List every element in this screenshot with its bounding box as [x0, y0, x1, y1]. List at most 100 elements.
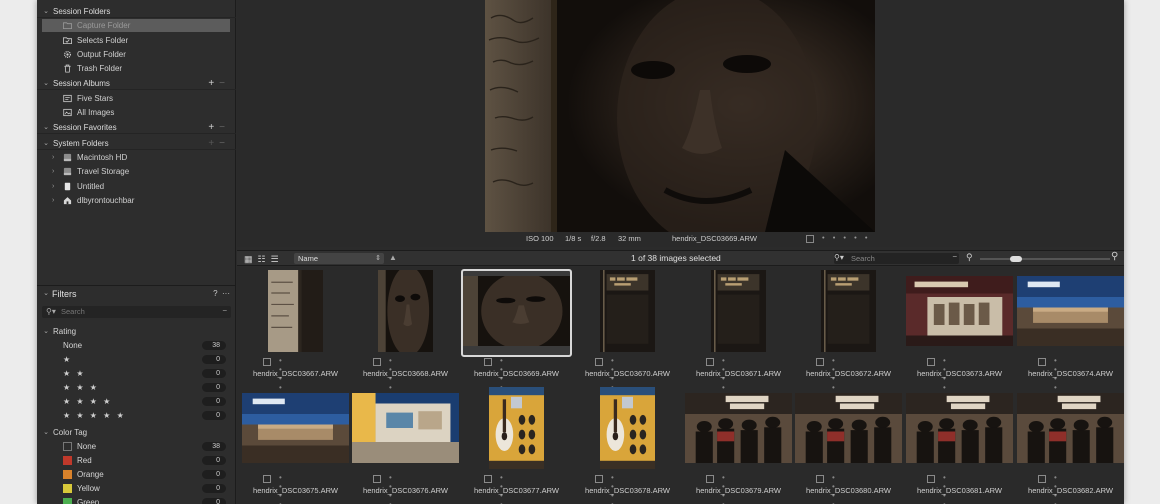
thumbnail-image[interactable] [489, 387, 544, 469]
thumbnail-cell[interactable]: • • • • •hendrix_DSC03673.ARW [904, 269, 1015, 401]
thumbnail-cell[interactable]: • • • • •hendrix_DSC03674.ARW [1015, 269, 1124, 401]
zoom-in-icon[interactable]: ⚲ [1111, 251, 1118, 262]
thumbnail-image[interactable] [600, 387, 655, 469]
sidebar-item-untitled[interactable]: › Untitled [37, 180, 236, 193]
thumbnail-image[interactable] [1017, 276, 1124, 346]
chevron-down-icon[interactable]: ⌄ [42, 325, 50, 338]
select-checkbox[interactable] [706, 358, 714, 366]
add-icon[interactable]: + [208, 122, 219, 133]
chevron-down-icon[interactable]: ⌄ [42, 77, 50, 90]
image-viewer[interactable]: ISO 100 1/8 s f/2.8 32 mm hendrix_DSC036… [237, 0, 1124, 247]
select-checkbox[interactable] [595, 358, 603, 366]
section-session-folders[interactable]: ⌄ Session Folders [37, 5, 236, 18]
rating-group[interactable]: ⌄ Rating [37, 325, 236, 338]
thumbnail-image[interactable] [463, 276, 570, 346]
sidebar-item-output-folder[interactable]: Output Folder [37, 48, 236, 61]
thumbnail-cell[interactable]: • • • • •hendrix_DSC03670.ARW [572, 269, 683, 401]
chevron-down-icon[interactable]: ⌄ [42, 5, 50, 18]
select-checkbox[interactable] [816, 358, 824, 366]
thumbnail-frame[interactable] [793, 269, 904, 357]
select-checkbox[interactable] [484, 475, 492, 483]
select-checkbox[interactable] [927, 475, 935, 483]
sidebar-item-trash-folder[interactable]: Trash Folder [37, 62, 236, 75]
thumbnail-frame[interactable] [572, 386, 683, 474]
thumbnail-image[interactable] [378, 270, 433, 352]
chevron-down-icon[interactable]: ⌄ [42, 426, 50, 439]
thumbnail-image[interactable] [821, 270, 876, 352]
filmstrip-view-icon[interactable]: ☰ [271, 254, 284, 264]
thumbnail-frame[interactable] [1015, 386, 1124, 474]
select-checkbox[interactable] [1038, 475, 1046, 483]
thumbnail-cell[interactable]: • • • • •hendrix_DSC03678.ARW [572, 386, 683, 504]
zoom-out-icon[interactable]: ⚲ [966, 252, 973, 263]
thumbnail-frame[interactable] [461, 386, 572, 474]
thumbnail-image[interactable] [906, 276, 1013, 346]
rating-dots[interactable]: • • • • • [822, 233, 870, 242]
sidebar-item-selects-folder[interactable]: Selects Folder [37, 34, 236, 47]
select-checkbox[interactable] [373, 358, 381, 366]
main-photo[interactable] [485, 0, 875, 232]
color-row-orange[interactable]: Orange 0 [37, 468, 236, 481]
disclosure-triangle-icon[interactable]: › [52, 151, 54, 164]
sidebar-item-all-images[interactable]: All Images [37, 106, 236, 119]
rating-row-2[interactable]: ★ ★ 0 [37, 367, 236, 380]
sidebar-item-five-stars[interactable]: Five Stars [37, 92, 236, 105]
rating-row-4[interactable]: ★ ★ ★ ★ 0 [37, 395, 236, 408]
slider-knob[interactable] [1010, 256, 1022, 262]
section-system-folders[interactable]: ⌄ System Folders +− [37, 137, 236, 150]
clear-search-icon[interactable]: − [222, 306, 227, 315]
add-icon[interactable]: + [208, 138, 219, 149]
thumbnail-image[interactable] [600, 270, 655, 352]
sidebar-item-macintosh-hd[interactable]: › Macintosh HD [37, 151, 236, 164]
thumbnail-image[interactable] [685, 393, 792, 463]
sidebar-item-travel-storage[interactable]: › Travel Storage [37, 165, 236, 178]
thumbnail-cell[interactable]: • • • • •hendrix_DSC03669.ARW [461, 269, 572, 401]
thumbnail-cell[interactable]: • • • • •hendrix_DSC03671.ARW [683, 269, 794, 401]
thumbnail-frame[interactable] [793, 386, 904, 474]
filters-header[interactable]: ⌄ Filters ? ··· [37, 285, 236, 301]
select-checkbox[interactable] [595, 475, 603, 483]
sort-dropdown[interactable]: Name ⇕ [294, 253, 384, 264]
browser-search-input[interactable]: Search [851, 254, 875, 263]
thumbnail-image[interactable] [1017, 393, 1124, 463]
remove-icon[interactable]: − [219, 78, 230, 89]
thumbnail-frame[interactable] [240, 269, 351, 357]
rating-row-1[interactable]: ★ 0 [37, 353, 236, 366]
color-row-yellow[interactable]: Yellow 0 [37, 482, 236, 495]
select-checkbox[interactable] [806, 235, 814, 243]
thumbnail-image[interactable] [795, 393, 902, 463]
thumbnail-size-slider[interactable] [980, 256, 1110, 262]
sort-direction-icon[interactable]: ▲ [389, 253, 397, 262]
select-checkbox[interactable] [927, 358, 935, 366]
remove-icon[interactable]: − [219, 122, 230, 133]
list-view-icon[interactable]: ☷ [258, 254, 271, 264]
grid-view-icon[interactable]: ▦ [244, 254, 258, 264]
thumbnail-cell[interactable]: • • • • •hendrix_DSC03680.ARW [793, 386, 904, 504]
thumbnail-frame[interactable] [1015, 269, 1124, 357]
thumbnail-cell[interactable]: • • • • •hendrix_DSC03681.ARW [904, 386, 1015, 504]
select-checkbox[interactable] [706, 475, 714, 483]
thumbnail-cell[interactable]: • • • • •hendrix_DSC03675.ARW [240, 386, 351, 504]
rating-row-3[interactable]: ★ ★ ★ 0 [37, 381, 236, 394]
add-icon[interactable]: + [208, 78, 219, 89]
rating-row-5[interactable]: ★ ★ ★ ★ ★ 0 [37, 409, 236, 422]
section-session-favorites[interactable]: ⌄ Session Favorites +− [37, 121, 236, 134]
thumbnail-cell[interactable]: • • • • •hendrix_DSC03677.ARW [461, 386, 572, 504]
filters-search-field[interactable]: ⚲▾ Search − [42, 306, 231, 318]
thumbnail-frame[interactable] [461, 269, 572, 357]
thumbnail-frame[interactable] [904, 386, 1015, 474]
select-checkbox[interactable] [263, 358, 271, 366]
section-session-albums[interactable]: ⌄ Session Albums +− [37, 77, 236, 90]
thumbnail-cell[interactable]: • • • • •hendrix_DSC03676.ARW [350, 386, 461, 504]
select-checkbox[interactable] [1038, 358, 1046, 366]
thumbnail-cell[interactable]: • • • • •hendrix_DSC03682.ARW [1015, 386, 1124, 504]
sidebar-item-dlbyrontouchbar[interactable]: › dlbyrontouchbar [37, 194, 236, 207]
filters-search-input[interactable]: Search [61, 307, 85, 316]
thumbnail-frame[interactable] [350, 386, 461, 474]
browser-search-field[interactable]: ⚲▾ Search − [834, 252, 959, 264]
select-checkbox[interactable] [263, 475, 271, 483]
select-checkbox[interactable] [373, 475, 381, 483]
thumbnail-frame[interactable] [904, 269, 1015, 357]
select-checkbox[interactable] [484, 358, 492, 366]
select-checkbox[interactable] [816, 475, 824, 483]
